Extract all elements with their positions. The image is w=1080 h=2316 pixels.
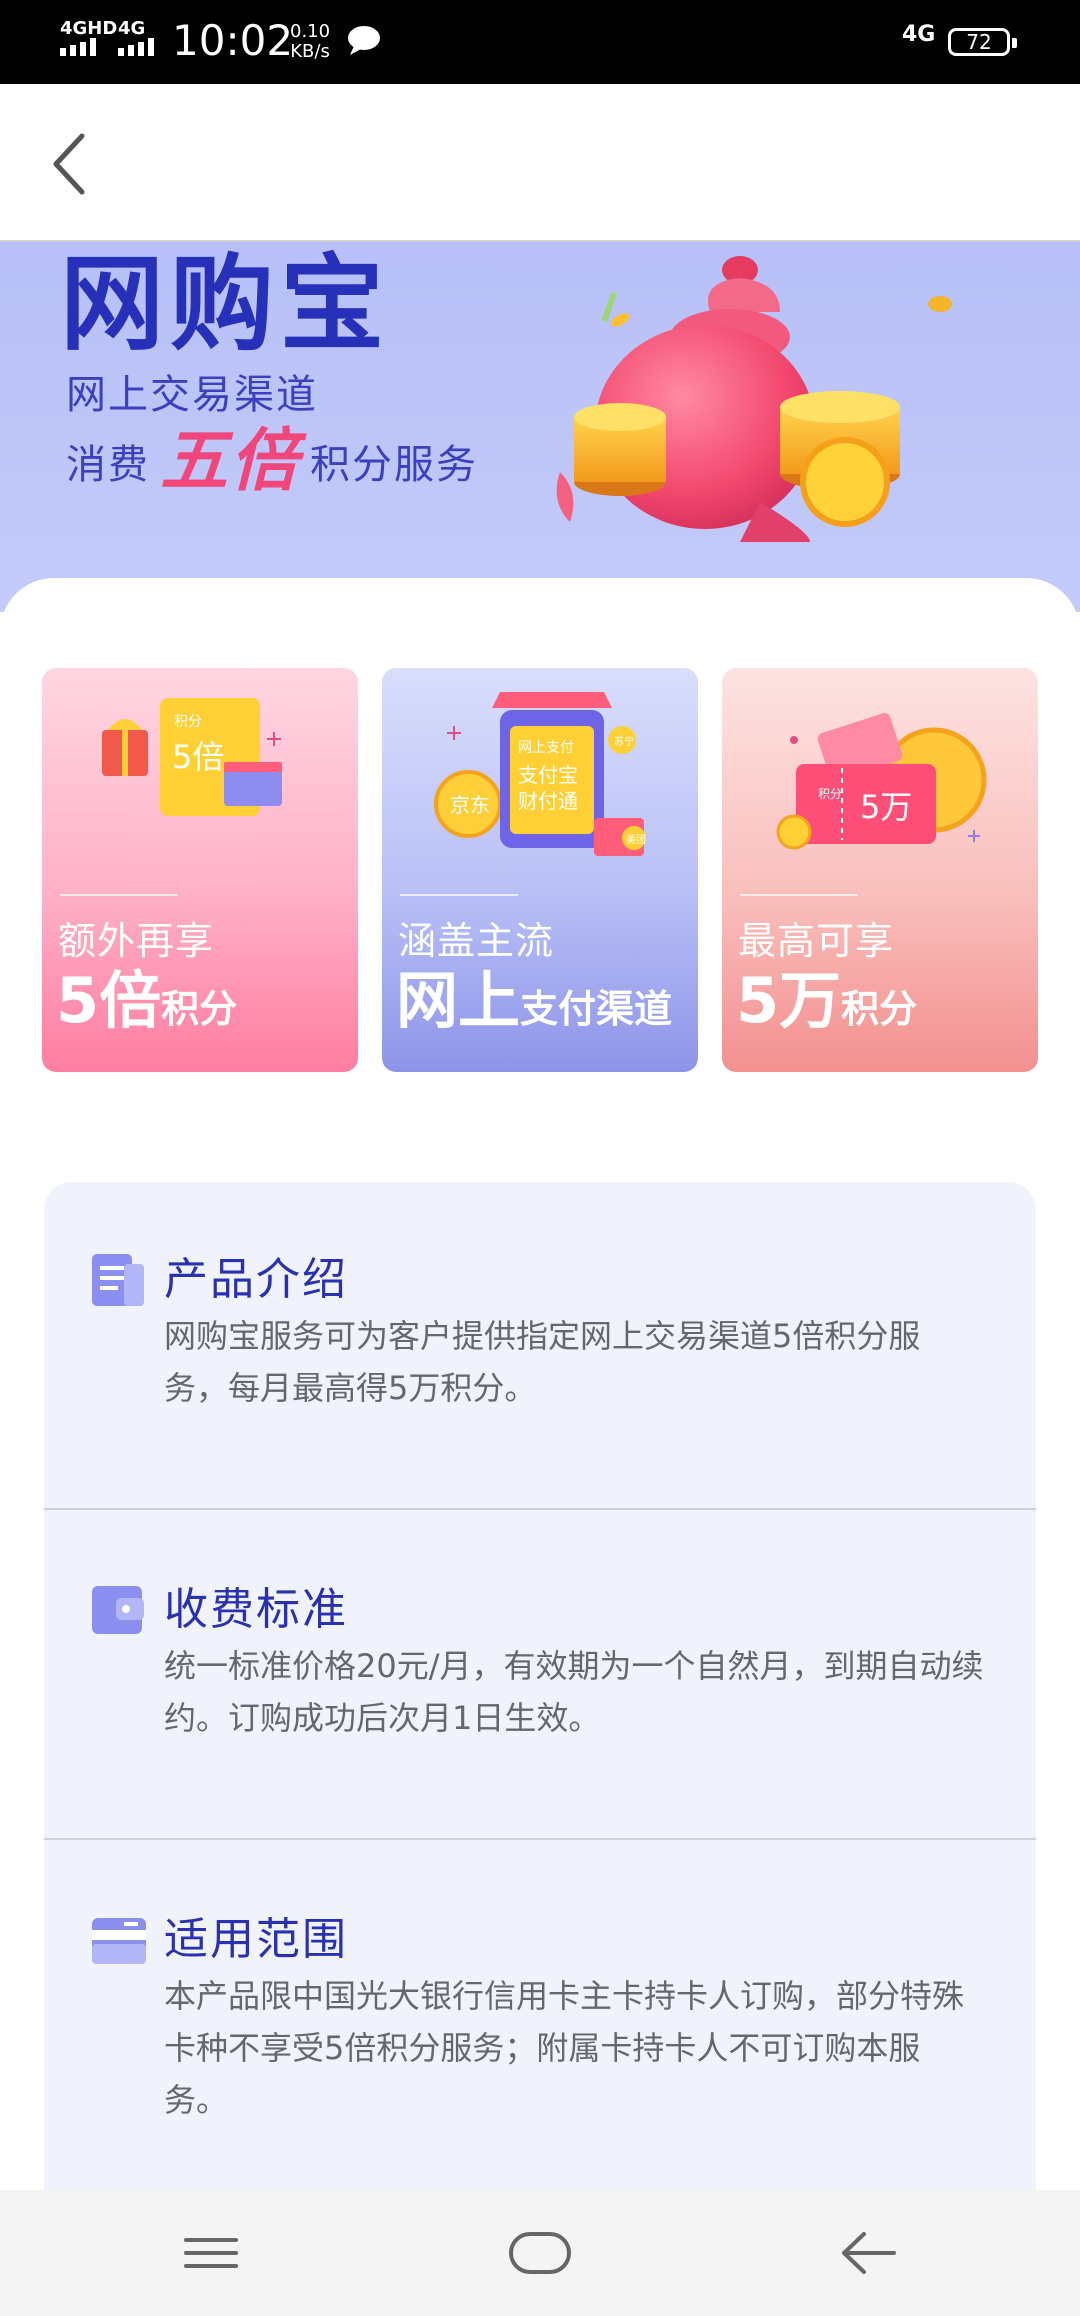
system-nav-bar [0, 2190, 1080, 2316]
banner-tagline-prefix: 消费 [66, 442, 150, 488]
points-ticket-illustration: 积分 5万 [776, 713, 987, 850]
chat-bubble-icon [348, 26, 380, 55]
card-caption-big: 5倍 [56, 964, 162, 1037]
network-speed-unit: KB/s [290, 41, 330, 62]
battery-level: 72 [966, 30, 992, 54]
home-icon[interactable] [505, 2220, 575, 2286]
section-body: 本产品限中国光大银行信用卡主卡持卡人订购，部分特殊卡种不享受5倍积分服务；附属卡… [164, 1977, 965, 2119]
badge-meituan: 美团 [626, 833, 646, 846]
card-caption-line2: 5倍积分 [56, 966, 237, 1052]
card-caption-small: 支付渠道 [520, 987, 673, 1031]
signal-2-label: 4G [118, 18, 146, 39]
phone-label-1: 支付宝 [518, 763, 578, 787]
section-divider [44, 1838, 1036, 1840]
signal-1-label: 4GHD [60, 18, 118, 39]
coupon-label-main: 5倍 [172, 738, 224, 776]
coupon-label-top: 积分 [174, 714, 202, 730]
ticket-label-main: 5万 [860, 788, 912, 826]
banner-subtitle: 网上交易渠道 [66, 372, 318, 418]
card-divider [400, 894, 518, 896]
section-divider [44, 1508, 1036, 1510]
card-caption-line2: 5万积分 [736, 966, 917, 1052]
card-caption-line1: 额外再享 [58, 919, 215, 963]
top-nav [0, 84, 1080, 242]
network-speed-value: 0.10 [290, 21, 331, 42]
card-icon [92, 1918, 146, 1964]
back-arrow-icon[interactable] [40, 124, 100, 204]
wallet-icon [92, 1586, 144, 1634]
banner-tagline: 消费 五倍 积分服务 [66, 428, 479, 496]
points-coupon-illustration: 积分 5倍 [102, 698, 282, 816]
section-title: 适用范围 [164, 1914, 348, 1965]
ticket-label-top: 积分 [818, 787, 842, 801]
feature-card-50k-points[interactable]: 积分 5万 最高可享 5万积分 [722, 668, 1038, 1072]
status-bar: 4GHD 4G 10:02 0.10 KB/s 4G 72 [0, 0, 1080, 84]
lucky-bag-illustration [556, 256, 952, 542]
back-icon[interactable] [834, 2220, 904, 2286]
feature-card-payment-channels[interactable]: 京东 网上支付 支付宝 财付通 苏宁 美团 涵盖主流 网上支付渠道 [382, 668, 698, 1072]
badge-jd: 京东 [450, 793, 490, 817]
feature-card-5x-points[interactable]: 积分 5倍 额外再享 5倍积分 [42, 668, 358, 1072]
clock: 10:02 [172, 16, 294, 65]
card-divider [740, 894, 858, 896]
section-body: 统一标准价格20元/月，有效期为一个自然月，到期自动续约。订购成功后次月1日生效… [164, 1647, 984, 1737]
card-caption-small: 积分 [161, 987, 238, 1031]
document-icon [92, 1254, 144, 1306]
card-caption-line1: 涵盖主流 [398, 919, 555, 963]
card-caption-big: 5万 [736, 964, 842, 1037]
signal-2-bars-icon [118, 38, 154, 56]
network-speed: 0.10 KB/s [290, 22, 330, 62]
section-title: 收费标准 [164, 1584, 348, 1635]
phone-label-2: 财付通 [518, 789, 578, 813]
menu-icon[interactable] [176, 2220, 246, 2286]
card-caption-small: 积分 [841, 987, 918, 1031]
signal-1-bars-icon [60, 38, 96, 56]
section-body: 网购宝服务可为客户提供指定网上交易渠道5倍积分服务，每月最高得5万积分。 [164, 1317, 921, 1407]
banner-tagline-suffix: 积分服务 [310, 442, 479, 488]
promo-banner: 网购宝 网上交易渠道 消费 五倍 积分服务 [0, 242, 1080, 612]
banner-title: 网购宝 [60, 243, 391, 365]
card-divider [60, 894, 178, 896]
card-caption-line1: 最高可享 [738, 919, 895, 963]
battery-icon: 72 [948, 28, 1017, 56]
badge-suning: 苏宁 [614, 735, 634, 748]
payment-phone-illustration: 京东 网上支付 支付宝 财付通 苏宁 美团 [434, 692, 646, 856]
network-type: 4G [902, 22, 936, 47]
product-info-panel: 产品介绍 网购宝服务可为客户提供指定网上交易渠道5倍积分服务，每月最高得5万积分… [44, 1182, 1036, 2192]
card-caption-big: 网上 [396, 964, 521, 1037]
section-title: 产品介绍 [164, 1254, 348, 1305]
card-caption-line2: 网上支付渠道 [396, 966, 672, 1052]
banner-tagline-highlight: 五倍 [160, 422, 301, 501]
phone-label-top: 网上支付 [518, 740, 574, 756]
